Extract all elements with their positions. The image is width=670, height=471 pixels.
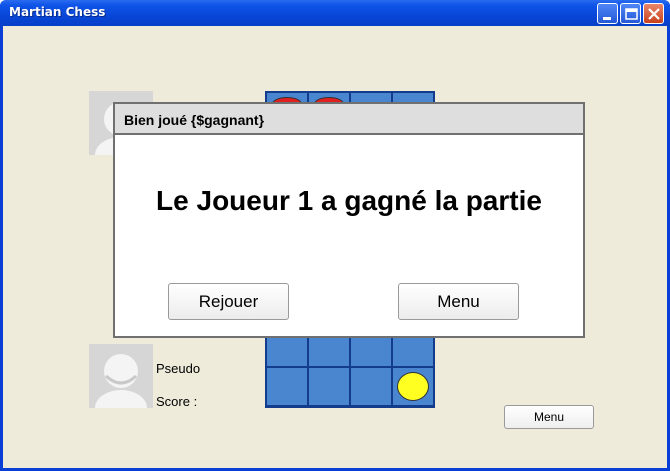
winner-message: Le Joueur 1 a gagné la partie [156, 185, 542, 216]
maximize-icon [625, 8, 638, 20]
board-cell[interactable] [351, 368, 391, 406]
minimize-button[interactable] [597, 3, 618, 24]
winner-dialog: Bien joué {$gagnant} Le Joueur 1 a gagné… [113, 102, 585, 338]
maximize-button[interactable] [620, 3, 641, 24]
close-button[interactable] [643, 3, 664, 24]
player-1-avatar [89, 344, 153, 408]
board-cell[interactable] [309, 368, 349, 406]
dialog-menu-button[interactable]: Menu [398, 283, 519, 320]
minimize-icon [603, 17, 611, 20]
window-title: Martian Chess [9, 5, 106, 19]
dialog-title: Bien joué {$gagnant} [124, 112, 265, 128]
player-score-label: Score : [156, 394, 198, 409]
user-icon [89, 344, 153, 408]
title-bar[interactable]: Martian Chess [0, 0, 670, 26]
yellow-piece[interactable] [397, 372, 429, 402]
board-cell[interactable] [267, 368, 307, 406]
player-pseudo-label: Pseudo [156, 361, 201, 376]
close-icon [648, 8, 660, 20]
dialog-title-bar: Bien joué {$gagnant} [115, 104, 583, 135]
app-window: Martian Chess Pseudo Score: Menu Bien j… [0, 0, 670, 471]
game-area: Pseudo Score : Menu Bien joué {$gagnant}… [3, 26, 667, 468]
menu-button[interactable]: Menu [504, 405, 594, 429]
replay-button[interactable]: Rejouer [168, 283, 289, 320]
